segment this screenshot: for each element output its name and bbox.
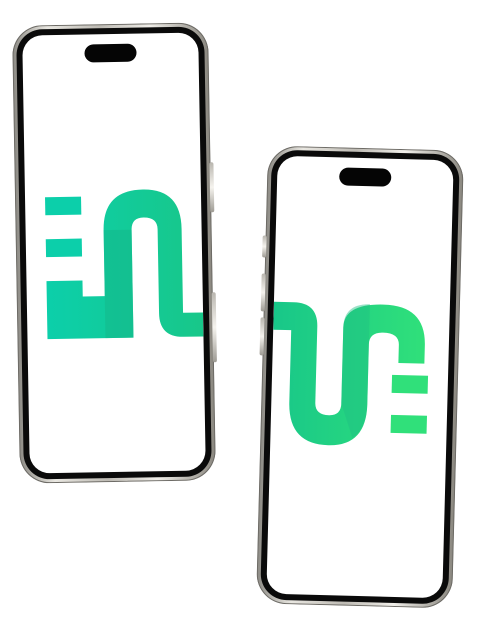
phone-right <box>256 145 464 609</box>
side-button <box>211 292 217 363</box>
side-button <box>209 162 215 213</box>
side-button <box>262 235 267 258</box>
brand-logo-icon <box>273 301 429 446</box>
phone-left <box>12 22 217 484</box>
phone-screen <box>22 32 206 474</box>
brand-logo-icon <box>45 189 204 340</box>
phone-screen <box>266 155 454 599</box>
